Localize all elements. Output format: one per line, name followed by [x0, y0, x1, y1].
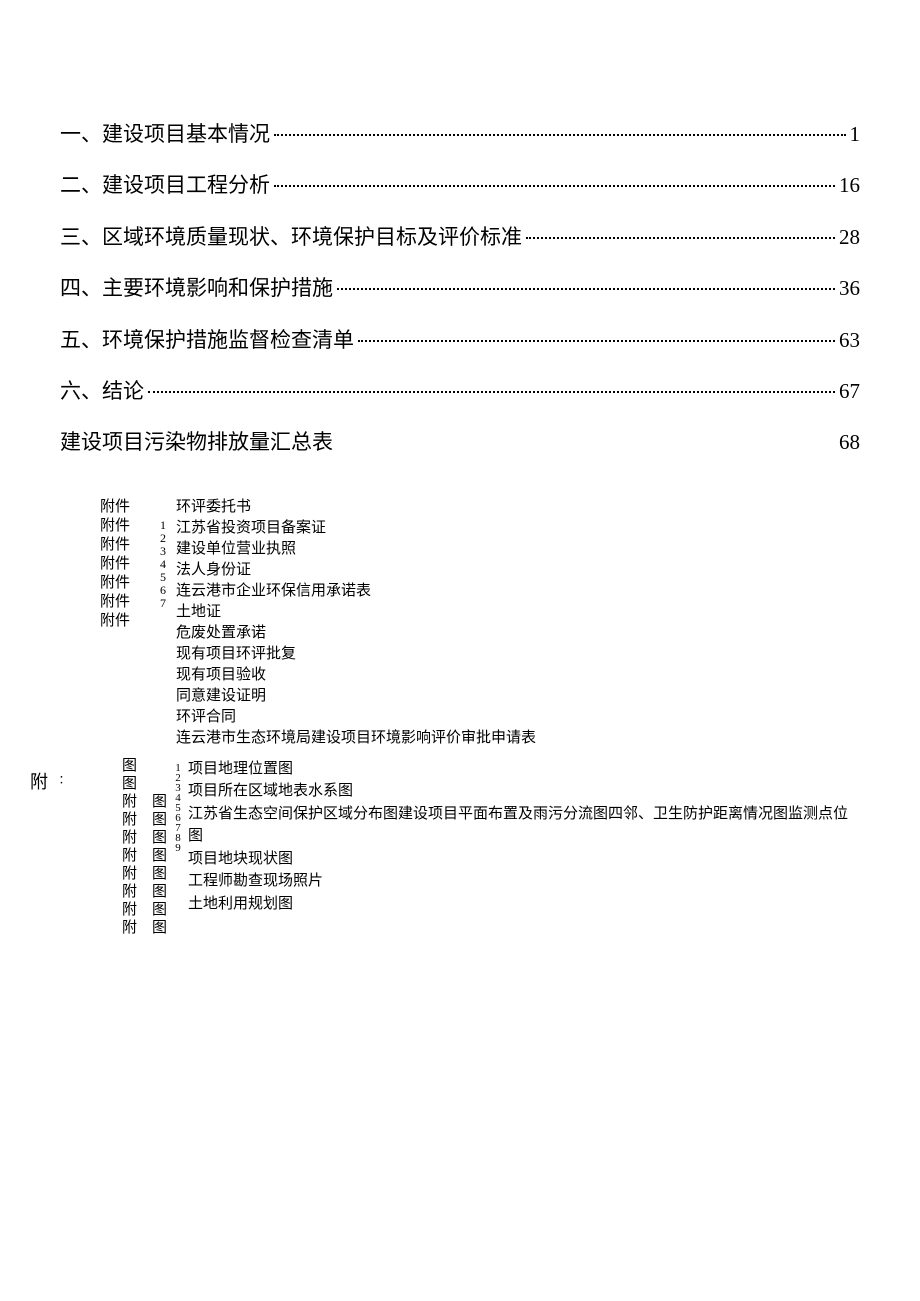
figure-item: 项目所在区域地表水系图: [188, 780, 860, 803]
figure-label: 附: [122, 866, 152, 884]
toc-page: 1: [850, 120, 861, 149]
toc-label: 建设项目污染物排放量汇总表: [60, 428, 333, 457]
figure-label-column: 图 图 附 附 附 附 附 附 附 附: [122, 758, 152, 938]
figure-label: 附: [122, 902, 152, 920]
attachment-item: 环评委托书: [176, 498, 860, 519]
attachments-section: 附件 附件 附件 附件 附件 附件 附件 1234567 环评委托书 江苏省投资…: [60, 498, 860, 750]
figure-label: 图: [122, 776, 152, 794]
figure-label: 附: [122, 848, 152, 866]
figure-sublabel: 图: [152, 902, 170, 920]
table-of-contents: 一、建设项目基本情况 1 二、建设项目工程分析 16 三、区域环境质量现状、环境…: [60, 120, 860, 458]
attachment-items-column: 环评委托书 江苏省投资项目备案证 建设单位营业执照 法人身份证 连云港市企业环保…: [170, 498, 860, 750]
toc-page: 67: [839, 377, 860, 406]
figure-numbers: 123456789: [170, 758, 184, 938]
attachment-item: 连云港市生态环境局建设项目环境影响评价审批申请表: [176, 729, 860, 750]
figure-item: 项目地理位置图: [188, 758, 860, 781]
attachment-item: 土地证: [176, 603, 860, 624]
figure-sublabel: 图: [152, 884, 170, 902]
attachment-label: 附件: [100, 574, 156, 593]
toc-label: 二、建设项目工程分析: [60, 171, 270, 200]
attachment-label: 附件: [100, 555, 156, 574]
toc-page: 36: [839, 274, 860, 303]
attachment-item: 江苏省投资项目备案证: [176, 519, 860, 540]
figure-item: 土地利用规划图: [188, 893, 860, 916]
figure-label: 附: [122, 794, 152, 812]
figure-label: 附: [122, 920, 152, 938]
attachment-label: 附件: [100, 536, 156, 555]
figure-item: 项目地块现状图: [188, 848, 860, 871]
attachment-item: 法人身份证: [176, 561, 860, 582]
figure-sublabel: [152, 776, 170, 794]
figure-items-column: 项目地理位置图 项目所在区域地表水系图 江苏省生态空间保护区域分布图建设项目平面…: [184, 758, 860, 938]
figure-item: 工程师勘查现场照片: [188, 870, 860, 893]
figure-sublabel: 图: [152, 866, 170, 884]
figure-sublabel: 图: [152, 848, 170, 866]
attachment-item: 连云港市企业环保信用承诺表: [176, 582, 860, 603]
figures-header-main: 附: [30, 768, 48, 794]
toc-entry: 二、建设项目工程分析 16: [60, 171, 860, 200]
toc-page: 63: [839, 326, 860, 355]
figures-header: 附 ：: [30, 768, 66, 794]
toc-entry: 五、环境保护措施监督检查清单 63: [60, 326, 860, 355]
attachment-label: 附件: [100, 498, 156, 517]
attachment-item: 现有项目验收: [176, 666, 860, 687]
figures-section: 附 ： 图 图 附 附 附 附 附 附 附 附 图 图 图 图: [60, 758, 860, 938]
figure-sublabel: 图: [152, 794, 170, 812]
figure-label: 附: [122, 884, 152, 902]
toc-entry: 一、建设项目基本情况 1: [60, 120, 860, 149]
toc-label: 六、结论: [60, 377, 144, 406]
attachment-item: 现有项目环评批复: [176, 645, 860, 666]
figure-item: 江苏省生态空间保护区域分布图建设项目平面布置及雨污分流图四邻、卫生防护距离情况图…: [188, 803, 860, 848]
toc-dots: [274, 166, 835, 187]
toc-page: 16: [839, 171, 860, 200]
attachment-label: 附件: [100, 517, 156, 536]
attachment-item: 环评合同: [176, 708, 860, 729]
toc-label: 一、建设项目基本情况: [60, 120, 270, 149]
figure-label: 附: [122, 830, 152, 848]
figure-sublabel: 图: [152, 920, 170, 938]
toc-dots: [274, 115, 846, 136]
attachment-label: 附件: [100, 612, 156, 631]
toc-entry: 建设项目污染物排放量汇总表 68: [60, 428, 860, 457]
attachment-label-column: 附件 附件 附件 附件 附件 附件 附件: [100, 498, 156, 631]
attachment-item: 危废处置承诺: [176, 624, 860, 645]
toc-label: 四、主要环境影响和保护措施: [60, 274, 333, 303]
toc-entry: 六、结论 67: [60, 377, 860, 406]
toc-dots: [148, 372, 835, 393]
figure-sublabel: 图: [152, 812, 170, 830]
figure-label: 附: [122, 812, 152, 830]
figure-sublabel: 图: [152, 830, 170, 848]
toc-page: 68: [839, 428, 860, 457]
figure-sublabel-column: 图 图 图 图 图 图 图 图: [152, 758, 170, 938]
document-page: 一、建设项目基本情况 1 二、建设项目工程分析 16 三、区域环境质量现状、环境…: [0, 0, 920, 998]
figure-label: 图: [122, 758, 152, 776]
figure-sublabel: [152, 758, 170, 776]
toc-label: 五、环境保护措施监督检查清单: [60, 326, 354, 355]
toc-entry: 四、主要环境影响和保护措施 36: [60, 274, 860, 303]
attachment-item: 同意建设证明: [176, 687, 860, 708]
attachment-label: 附件: [100, 593, 156, 612]
figures-header-sub: ：: [50, 775, 66, 786]
attachment-numbers: 1234567: [156, 498, 170, 609]
attachment-item: 建设单位营业执照: [176, 540, 860, 561]
toc-entry: 三、区域环境质量现状、环境保护目标及评价标准 28: [60, 223, 860, 252]
toc-label: 三、区域环境质量现状、环境保护目标及评价标准: [60, 223, 522, 252]
toc-dots: [337, 269, 835, 290]
toc-page: 28: [839, 223, 860, 252]
toc-dots: [526, 218, 835, 239]
toc-dots: [358, 321, 835, 342]
